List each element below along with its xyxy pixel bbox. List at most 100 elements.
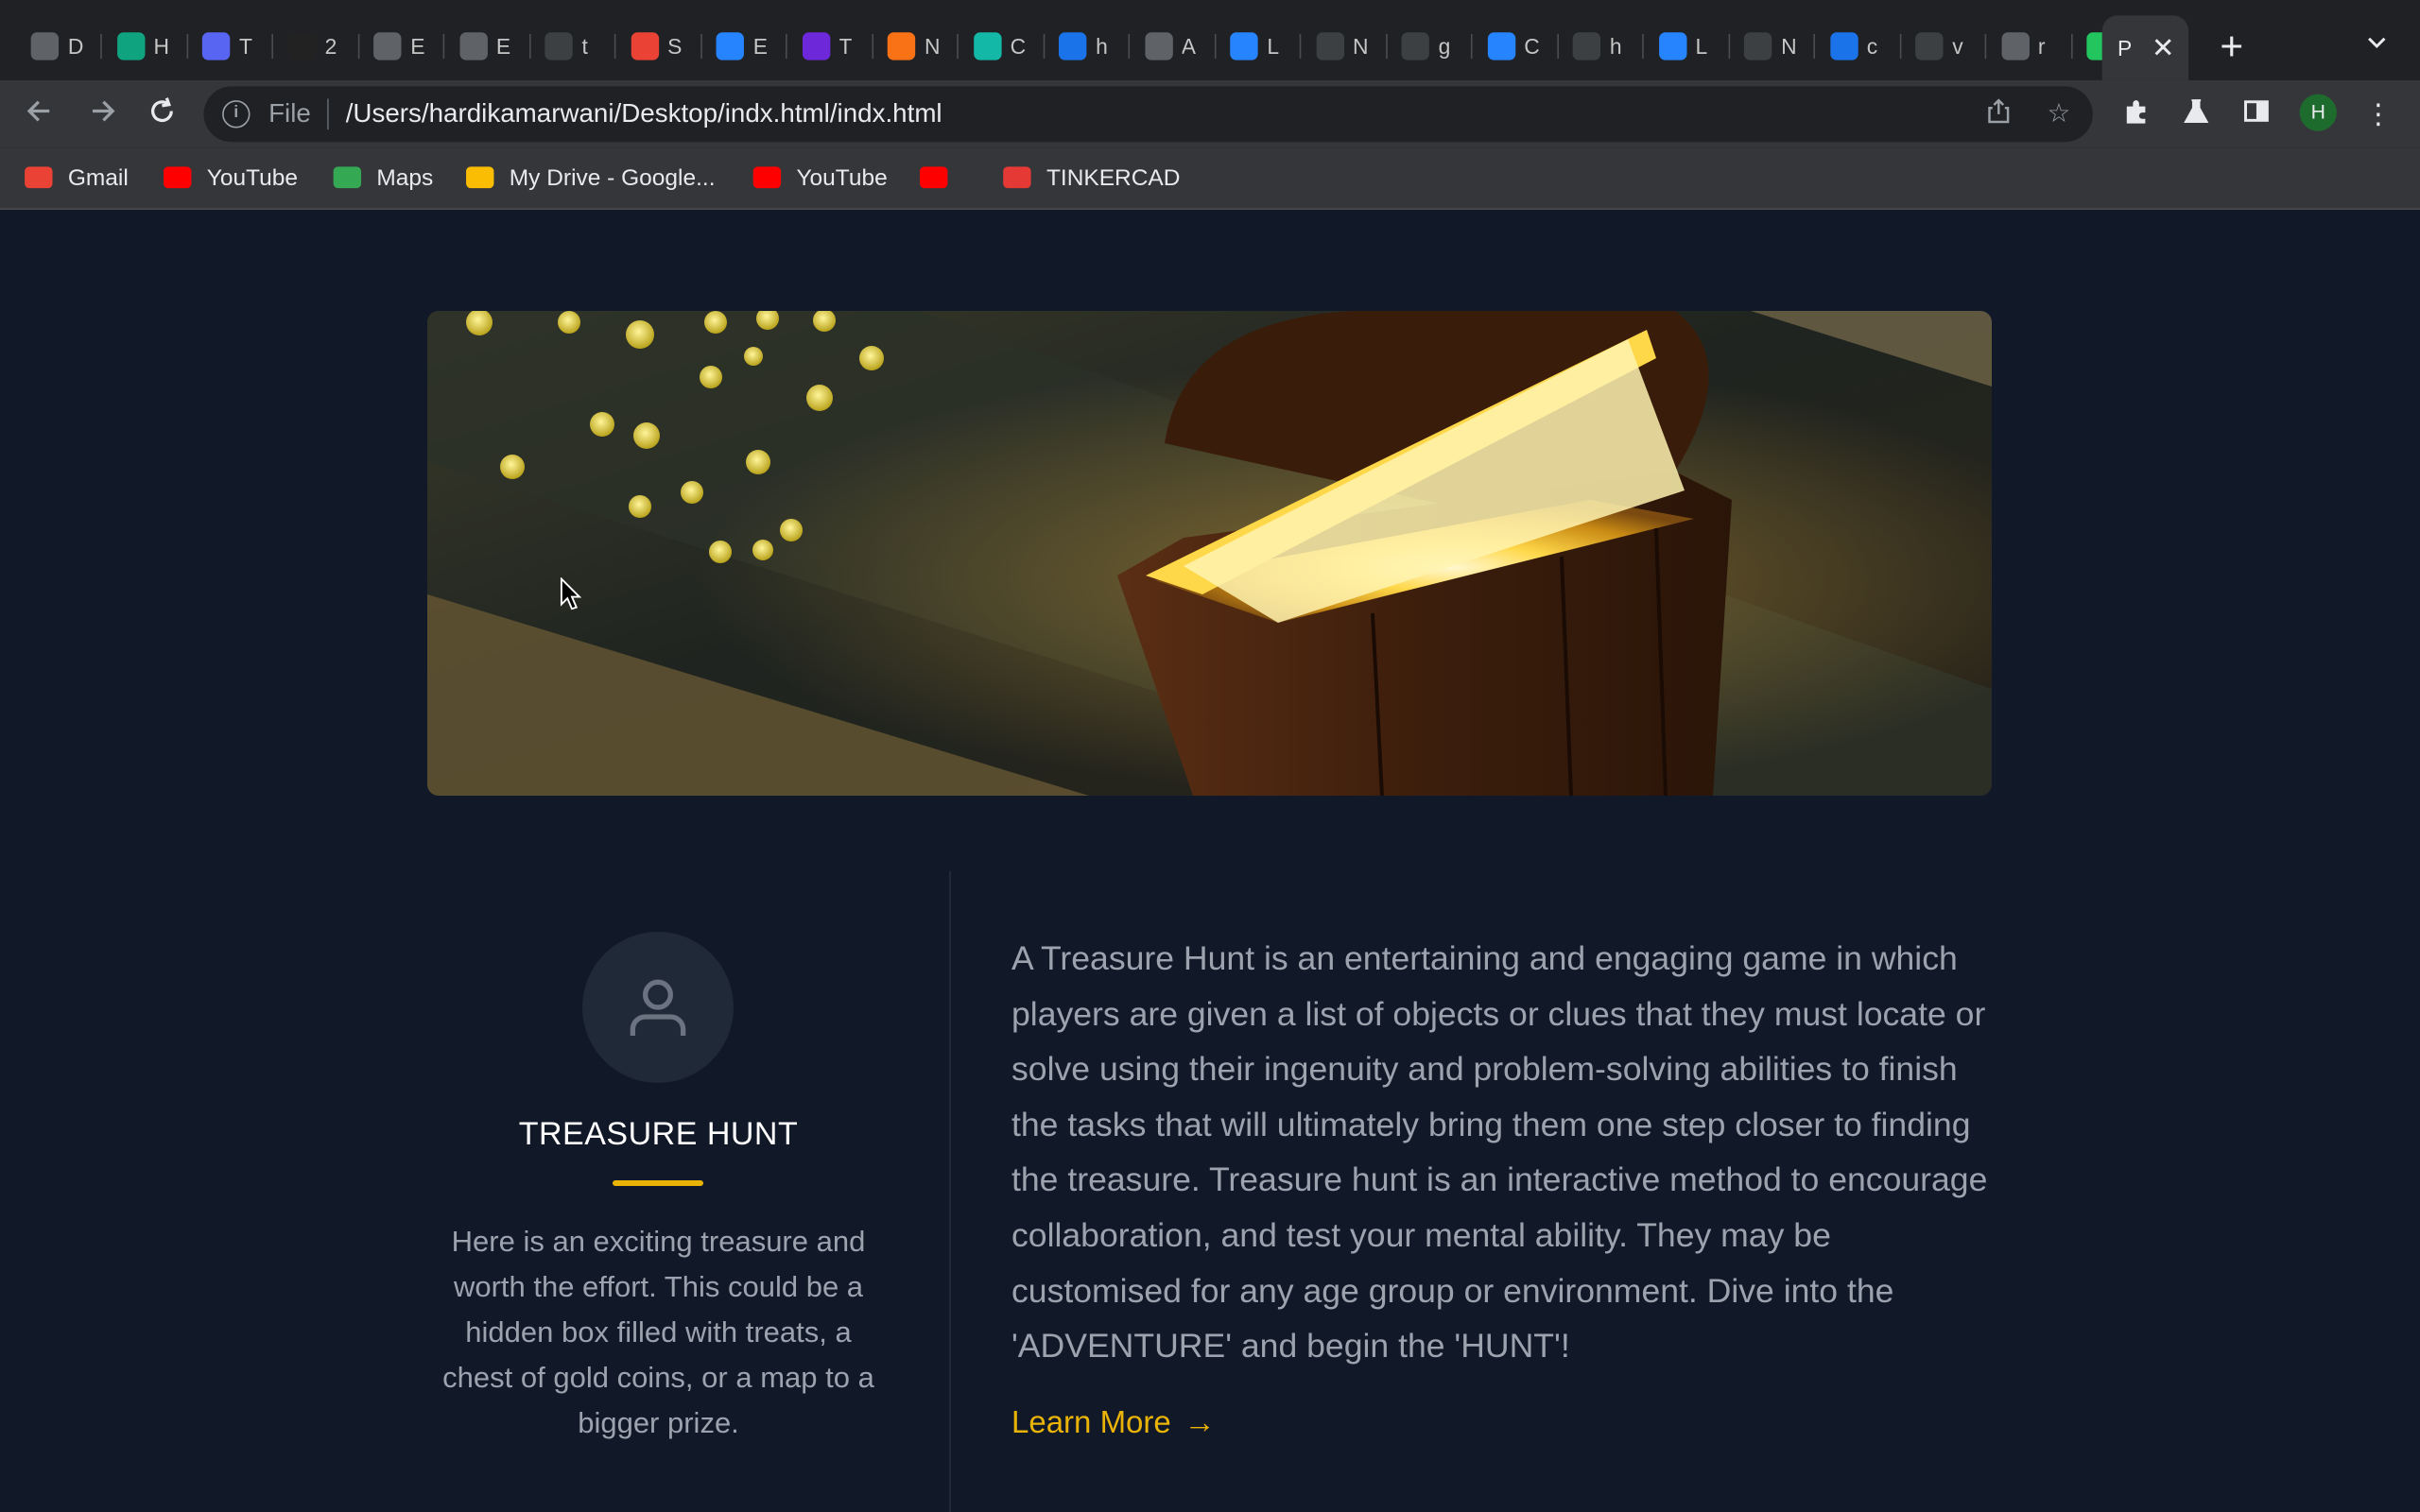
youtube-icon: [164, 166, 192, 189]
browser-tab[interactable]: v: [1915, 25, 1968, 68]
tab-title: h: [1096, 33, 1108, 60]
bookmark-label: YouTube: [206, 163, 299, 191]
shield-icon: [1059, 32, 1087, 60]
browser-tab[interactable]: 2: [287, 25, 340, 68]
bookmark-item[interactable]: [920, 161, 963, 195]
site-info-icon[interactable]: i: [222, 100, 251, 129]
globe-icon: [30, 32, 60, 60]
browser-tab[interactable]: D: [30, 25, 83, 68]
tab-title: r: [2037, 33, 2046, 60]
card-avatar: [582, 932, 734, 1083]
tab-separator: [1385, 33, 1387, 60]
browser-tab[interactable]: C: [973, 25, 1026, 68]
browser-tab[interactable]: T: [802, 25, 855, 68]
browser-tab[interactable]: E: [373, 25, 426, 68]
profile-avatar[interactable]: H: [2299, 94, 2337, 131]
url-text[interactable]: /Users/hardikamarwani/Desktop/indx.html/…: [346, 98, 942, 129]
github-icon: [1315, 32, 1344, 60]
tab-separator: [1984, 33, 1987, 60]
browser-tab[interactable]: E: [716, 25, 769, 68]
tab-separator: [957, 33, 959, 60]
bookmark-label: TINKERCAD: [1046, 163, 1181, 191]
tab-title: T: [838, 33, 853, 60]
bookmark-item[interactable]: Gmail: [25, 161, 129, 195]
bookmark-star-icon[interactable]: ☆: [2042, 97, 2076, 131]
globe-icon: [1144, 32, 1172, 60]
bookmark-label: My Drive - Google...: [509, 163, 716, 191]
tab-title: N: [1781, 33, 1797, 60]
gmail-icon: [630, 32, 659, 60]
tab-title: C: [1524, 33, 1540, 60]
browser-tab[interactable]: g: [1401, 25, 1454, 68]
tab-title: c: [1866, 33, 1878, 60]
bookmark-item[interactable]: TINKERCAD: [1003, 161, 1180, 195]
active-tab[interactable]: P ✕: [2101, 15, 2189, 80]
tab-title: A: [1181, 33, 1197, 60]
browser-tab[interactable]: c: [1829, 25, 1883, 68]
browser-chrome: DHT2EEtSETNChALNgChLNcvrr P ✕ + i File /…: [0, 0, 2420, 211]
bookmark-item[interactable]: YouTube: [164, 161, 298, 195]
bookmark-item[interactable]: My Drive - Google...: [466, 161, 716, 195]
browser-tab[interactable]: T: [201, 25, 255, 68]
tab-title: 2: [324, 33, 337, 60]
browser-tab[interactable]: S: [630, 25, 683, 68]
reload-icon[interactable]: [144, 95, 181, 132]
close-tab-icon[interactable]: ✕: [2152, 31, 2175, 63]
browser-tab[interactable]: C: [1487, 25, 1540, 68]
browser-tab[interactable]: N: [1315, 25, 1368, 68]
new-tab-button[interactable]: +: [2213, 25, 2250, 68]
youtube-icon: [920, 166, 948, 189]
atlassian-icon: [1230, 32, 1258, 60]
back-arrow-icon[interactable]: [22, 95, 59, 132]
browser-tab[interactable]: h: [1572, 25, 1626, 68]
globe-icon: [2000, 32, 2030, 60]
address-bar[interactable]: i File /Users/hardikamarwani/Desktop/ind…: [203, 86, 2093, 143]
tab-separator: [700, 33, 702, 60]
globe-icon: [458, 32, 488, 60]
labs-flask-icon[interactable]: [2179, 97, 2213, 131]
tab-title: E: [495, 33, 511, 60]
tab-title: L: [1267, 33, 1280, 60]
browser-tab[interactable]: H: [116, 25, 169, 68]
tab-separator: [442, 33, 445, 60]
browser-tab[interactable]: L: [1230, 25, 1283, 68]
atlassian-icon: [716, 32, 744, 60]
bookmark-label: Gmail: [67, 163, 129, 191]
browser-tab[interactable]: A: [1144, 25, 1198, 68]
browser-tab[interactable]: t: [544, 25, 597, 68]
tab-title: v: [1952, 33, 1963, 60]
side-panel-icon[interactable]: [2239, 97, 2273, 131]
forward-arrow-icon[interactable]: [83, 95, 120, 132]
tab-separator: [1299, 33, 1302, 60]
google-icon: [1915, 32, 1944, 60]
bookmark-item[interactable]: Maps: [333, 161, 433, 195]
extensions-puzzle-icon[interactable]: [2119, 97, 2153, 131]
tab-separator: [185, 33, 188, 60]
share-icon[interactable]: [1981, 97, 2015, 131]
google-icon: [1401, 32, 1429, 60]
tab-separator: [1556, 33, 1559, 60]
tab-search-chevron-icon[interactable]: [2361, 31, 2393, 62]
address-divider: [327, 98, 329, 130]
learn-more-link[interactable]: Learn More →: [1011, 1404, 1216, 1440]
hero-treasure-chest-image: [427, 311, 1992, 796]
menu-kebab-icon[interactable]: ⋮: [2361, 97, 2395, 131]
browser-tab[interactable]: h: [1059, 25, 1112, 68]
tab-separator: [356, 33, 359, 60]
browser-tab[interactable]: N: [887, 25, 941, 68]
atlassian-icon: [1658, 32, 1686, 60]
browser-tab[interactable]: r: [2000, 25, 2054, 68]
tab-separator: [786, 33, 787, 60]
browser-tab[interactable]: L: [1658, 25, 1711, 68]
globe-icon: [373, 32, 402, 60]
list-icon: [802, 32, 830, 60]
browser-tab[interactable]: N: [1743, 25, 1797, 68]
tab-title: N: [924, 33, 941, 60]
scheme-label: File: [268, 98, 311, 129]
tab-title: S: [667, 33, 683, 60]
bookmark-item[interactable]: YouTube: [752, 161, 888, 195]
card-title: TREASURE HUNT: [518, 1116, 799, 1152]
tab-separator: [1470, 33, 1473, 60]
browser-tab[interactable]: E: [458, 25, 512, 68]
tab-strip: DHT2EEtSETNChALNgChLNcvrr P ✕ +: [0, 0, 2420, 80]
